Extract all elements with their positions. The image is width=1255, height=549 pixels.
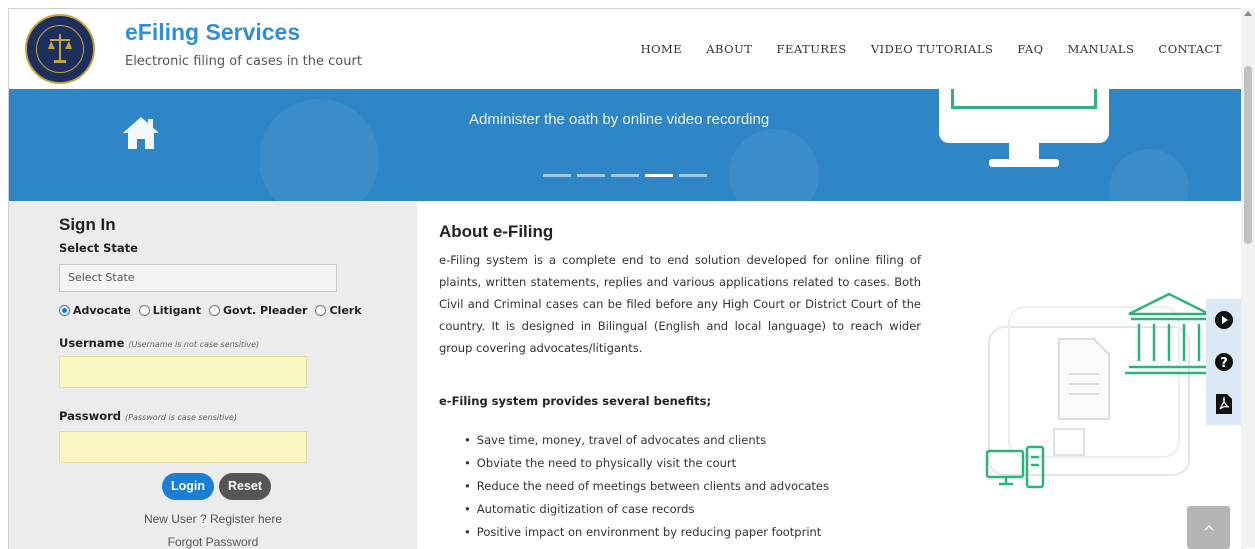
carousel-caption: Administer the oath by online video reco…	[469, 111, 770, 128]
nav-video-tutorials[interactable]: VIDEO TUTORIALS	[871, 42, 994, 56]
radio-icon[interactable]	[315, 305, 327, 316]
floating-side-toolbar: ?	[1206, 299, 1242, 425]
radio-icon[interactable]	[208, 305, 220, 316]
benefits-heading: e-Filing system provides several benefit…	[439, 394, 712, 408]
radio-icon[interactable]	[138, 305, 150, 316]
carousel-dot[interactable]	[679, 174, 707, 177]
efiling-illustration	[985, 292, 1209, 489]
list-item: Automatic digitization of case records	[464, 498, 829, 521]
role-advocate-label: Advocate	[73, 304, 131, 317]
carousel-dot-active[interactable]	[645, 174, 673, 177]
nav-features[interactable]: FEATURES	[776, 42, 846, 56]
sign-in-heading: Sign In	[59, 215, 116, 234]
list-item: Save time, money, travel of advocates an…	[464, 429, 829, 452]
nav-contact[interactable]: CONTACT	[1158, 42, 1222, 56]
username-input[interactable]	[59, 356, 307, 388]
monitor-illustration	[939, 89, 1109, 143]
monitor-screen	[951, 89, 1097, 109]
nav-manuals[interactable]: MANUALS	[1068, 42, 1135, 56]
main-nav: HOME ABOUT FEATURES VIDEO TUTORIALS FAQ …	[641, 42, 1222, 56]
courthouse-icon	[1125, 292, 1209, 375]
faq-button[interactable]: ?	[1206, 341, 1242, 383]
list-item: Obviate the need to physically visit the…	[464, 452, 829, 475]
carousel-dot[interactable]	[611, 174, 639, 177]
forgot-password-link[interactable]: Forgot Password	[9, 535, 417, 549]
scales-icon	[48, 34, 72, 63]
banner-decoration	[729, 129, 819, 201]
password-hint: (Password is case sensitive)	[125, 413, 238, 422]
browser-viewport: eFiling Services Electronic filing of ca…	[8, 8, 1243, 549]
role-radio-group: Advocate Litigant Govt. Pleader Clerk	[59, 304, 366, 317]
select-state-label: Select State	[59, 241, 138, 255]
chevron-up-icon	[1203, 524, 1214, 531]
state-select[interactable]: Select State	[59, 264, 337, 292]
role-clerk[interactable]: Clerk	[315, 304, 362, 317]
username-label-row: Username (Username is not case sensitive…	[59, 336, 259, 350]
monitor-base	[989, 159, 1059, 167]
banner-decoration	[259, 99, 379, 201]
role-govt-pleader[interactable]: Govt. Pleader	[208, 304, 308, 317]
password-label: Password	[59, 409, 121, 423]
hero-carousel: Administer the oath by online video reco…	[9, 89, 1242, 201]
role-clerk-label: Clerk	[329, 304, 362, 317]
username-label: Username	[59, 336, 125, 350]
svg-text:?: ?	[1220, 356, 1228, 371]
site-title[interactable]: eFiling Services	[125, 19, 300, 46]
pdf-icon	[1216, 394, 1232, 414]
nav-faq[interactable]: FAQ	[1017, 42, 1043, 56]
nav-about[interactable]: ABOUT	[706, 42, 752, 56]
reset-button[interactable]: Reset	[219, 473, 271, 500]
username-hint: (Username is not case sensitive)	[128, 340, 260, 349]
page-scrollbar[interactable]	[1241, 8, 1255, 548]
password-label-row: Password (Password is case sensitive)	[59, 409, 237, 423]
carousel-dot[interactable]	[543, 174, 571, 177]
password-input[interactable]	[59, 431, 307, 463]
carousel-indicators	[543, 174, 707, 177]
list-item: Reduce the need of meetings between clie…	[464, 475, 829, 498]
sign-in-panel: Sign In Select State Select State Advoca…	[9, 201, 417, 549]
nav-home[interactable]: HOME	[641, 42, 683, 56]
login-button[interactable]: Login	[162, 473, 214, 500]
video-tutorial-button[interactable]	[1206, 299, 1242, 341]
role-litigant[interactable]: Litigant	[138, 304, 201, 317]
role-litigant-label: Litigant	[152, 304, 201, 317]
role-advocate[interactable]: Advocate	[59, 304, 131, 317]
play-icon	[1215, 311, 1233, 329]
home-icon	[123, 117, 159, 149]
about-paragraph: e-Filing system is a complete end to end…	[439, 253, 921, 355]
radio-checked-icon[interactable]	[59, 305, 70, 316]
court-emblem-logo[interactable]	[25, 14, 95, 84]
banner-decoration	[1109, 149, 1189, 201]
scrollbar-thumb[interactable]	[1244, 66, 1252, 244]
carousel-dot[interactable]	[577, 174, 605, 177]
site-subtitle: Electronic filing of cases in the court	[125, 54, 362, 69]
benefits-list: Save time, money, travel of advocates an…	[464, 429, 829, 544]
role-govt-pleader-label: Govt. Pleader	[222, 304, 308, 317]
help-icon: ?	[1215, 353, 1233, 371]
manual-pdf-button[interactable]	[1206, 383, 1242, 425]
register-link[interactable]: New User ? Register here	[9, 512, 417, 526]
site-header: eFiling Services Electronic filing of ca…	[9, 9, 1242, 90]
list-item: Positive impact on environment by reduci…	[464, 521, 829, 544]
scroll-up-arrow-icon[interactable]	[1244, 11, 1252, 16]
scroll-to-top-button[interactable]	[1187, 506, 1230, 549]
about-heading: About e-Filing	[439, 222, 554, 241]
